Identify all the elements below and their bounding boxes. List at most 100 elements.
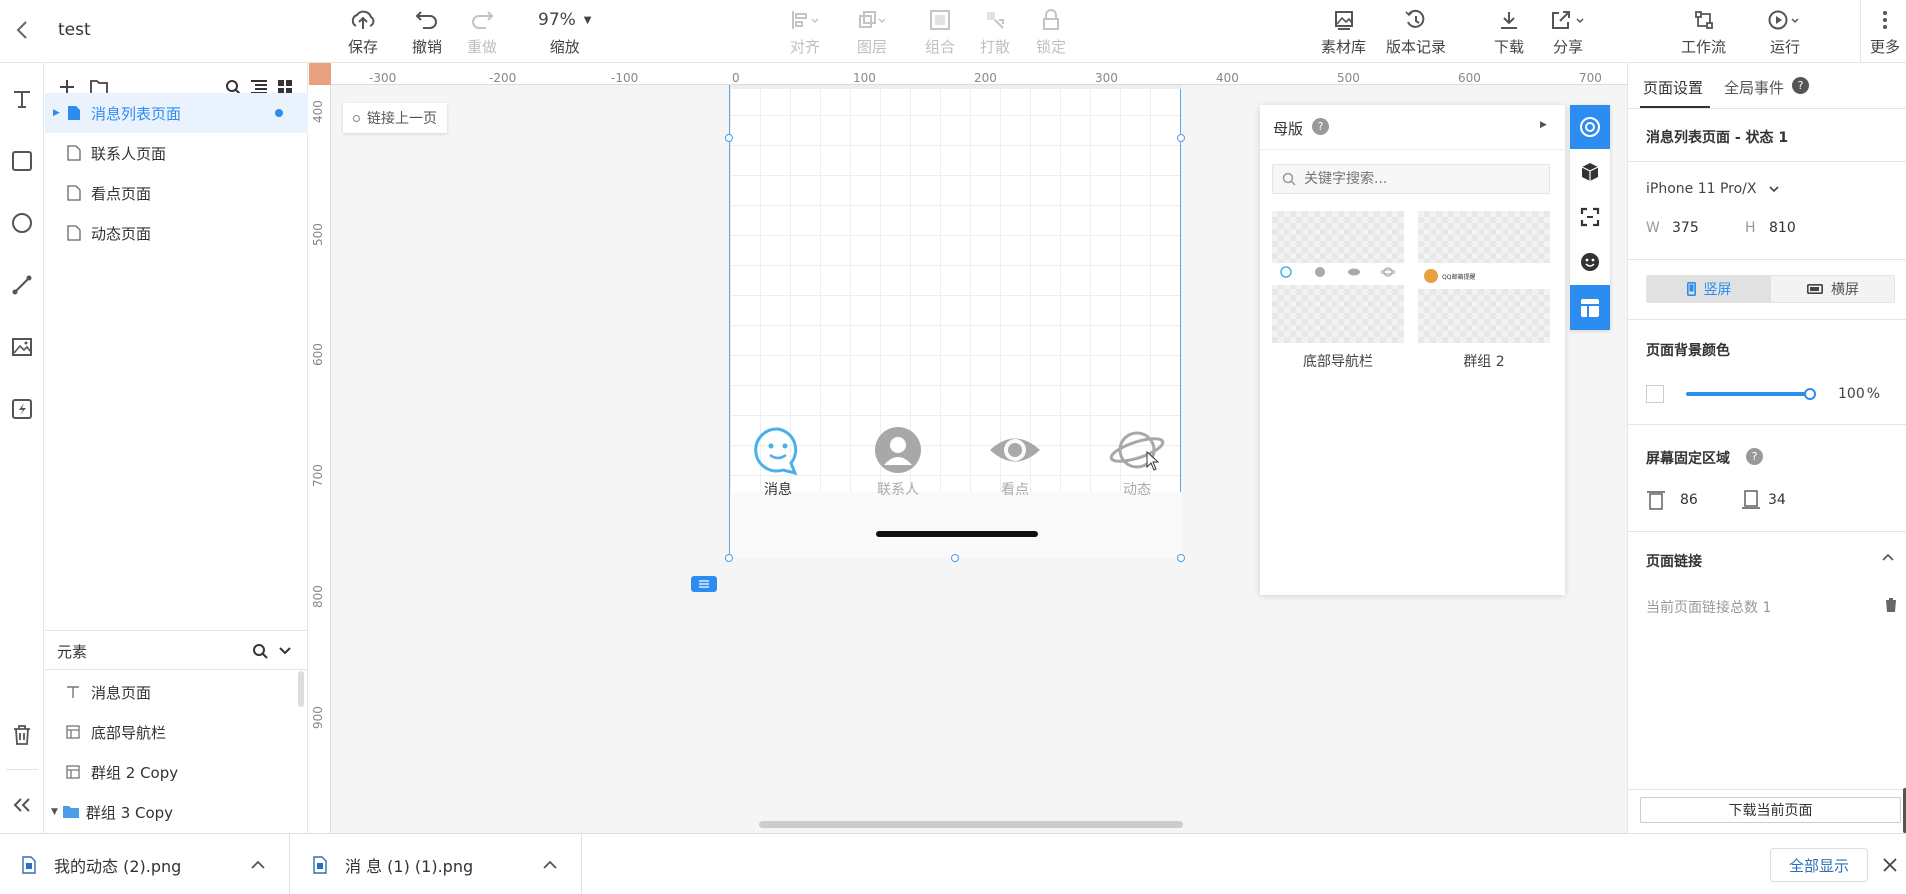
page-icon [67,145,81,161]
opacity-value[interactable]: 100% [1838,386,1880,402]
help-icon[interactable]: ? [1312,118,1329,135]
width-value[interactable]: 375 [1672,220,1699,236]
align-button[interactable]: 对齐 [790,6,820,57]
phone-artboard[interactable]: 消息 联系人 看点 动态 [729,85,1182,558]
page-item-moments[interactable]: 动态页面 [45,213,308,253]
resize-handle[interactable] [725,134,733,142]
download-item[interactable]: 消 息 (1) (1).png [291,834,582,894]
opacity-slider-track[interactable] [1686,392,1810,396]
device-select[interactable]: iPhone 11 Pro/X [1646,181,1779,197]
element-item[interactable]: 群组 2 Copy [45,752,295,792]
zoom-value: 97% [538,10,576,30]
undo-button[interactable]: 撤销 [412,6,442,57]
circle-tool-icon[interactable] [6,207,38,239]
resize-handle[interactable] [1177,554,1185,562]
group-button[interactable]: 组合 [925,6,955,57]
master-thumb-tabbar[interactable] [1272,211,1404,343]
element-item[interactable]: 消息页面 [45,672,295,712]
tab-highlights[interactable]: 看点 [985,425,1045,515]
layer-button[interactable]: 图层 [857,6,887,57]
tab-page-settings[interactable]: 页面设置 [1643,77,1703,98]
project-name[interactable]: test [58,20,91,40]
component-target-icon[interactable] [1570,105,1610,149]
fixed-area-tag-icon[interactable] [691,576,717,592]
line-tool-icon[interactable] [6,269,38,301]
tab-contacts[interactable]: 联系人 [863,425,933,515]
lock-button[interactable]: 锁定 [1036,6,1066,57]
help-icon[interactable]: ? [1746,448,1763,465]
page-item-highlights[interactable]: 看点页面 [45,173,308,213]
fixed-top-value[interactable]: 86 [1680,492,1698,508]
show-all-button[interactable]: 全部显示 [1770,848,1868,882]
master-search-input[interactable] [1304,171,1544,187]
download-icon [1498,6,1520,34]
bg-color-swatch[interactable] [1646,385,1664,403]
share-button[interactable]: 分享 [1550,6,1586,57]
link-previous-page[interactable]: 链接上一页 [343,103,447,133]
portrait-button[interactable]: 竖屏 [1647,276,1771,302]
opacity-number: 100 [1838,386,1865,402]
master-template-icon[interactable] [1570,285,1610,330]
run-button[interactable]: 运行 [1767,6,1803,57]
tab-global-events[interactable]: 全局事件 [1724,77,1784,98]
image-tool-icon[interactable] [6,331,38,363]
bottom-tabbar: 消息 联系人 看点 动态 [730,425,1182,535]
workflow-button[interactable]: 工作流 [1681,6,1726,57]
search-icon[interactable] [250,641,270,661]
resize-handle[interactable] [951,554,959,562]
tab-moments[interactable]: 动态 [1102,425,1172,515]
caret-right-icon[interactable]: ▶ [1540,120,1547,130]
caret-down-icon[interactable]: ▼ [51,807,58,817]
landscape-button[interactable]: 横屏 [1771,276,1895,302]
zoom-control[interactable]: 97% ▼ 缩放 [538,6,592,57]
element-item-label: 消息页面 [91,683,152,702]
ruler-label: 500 [311,223,325,246]
rectangle-tool-icon[interactable] [6,145,38,177]
panel-divider [1260,149,1565,150]
download-page-button[interactable]: 下载当前页面 [1640,797,1901,823]
horizontal-scrollbar[interactable] [759,821,1183,828]
chevron-up-icon[interactable] [251,860,265,869]
save-button[interactable]: 保存 [348,6,378,57]
elements-title: 元素 [57,643,88,661]
text-tool-icon[interactable] [6,83,38,115]
swap-icon[interactable] [1570,194,1610,239]
page-item-message-list[interactable]: ▶ 消息列表页面 [45,93,308,133]
ungroup-button[interactable]: 打散 [980,6,1010,57]
ruler-label: -200 [489,71,517,85]
caret-right-icon[interactable]: ▶ [53,108,63,118]
download-item[interactable]: 我的动态 (2).png [0,834,290,894]
chevron-up-icon[interactable] [543,860,557,869]
chevron-up-icon[interactable] [1882,553,1894,561]
redo-button[interactable]: 重做 [467,6,497,57]
element-item-label: 底部导航栏 [91,723,167,742]
opacity-slider-thumb[interactable] [1804,388,1816,400]
cube-icon[interactable] [1570,149,1610,194]
trash-icon[interactable] [6,719,38,751]
collapse-panel-icon[interactable] [6,789,38,821]
element-item[interactable]: ▼ 群组 3 Copy [45,792,295,832]
element-item[interactable]: 底部导航栏 [45,712,295,752]
master-thumb-group2[interactable]: QQ邮箱提醒 [1418,211,1550,343]
trash-icon[interactable] [1884,597,1898,613]
height-value[interactable]: 810 [1769,220,1796,236]
chevron-left-icon[interactable] [12,18,32,42]
design-canvas[interactable]: -300 -200 -100 0 100 200 300 400 500 600… [309,63,1627,833]
download-button[interactable]: 下载 [1494,6,1524,57]
help-icon[interactable]: ? [1792,77,1809,94]
resize-handle[interactable] [725,554,733,562]
fixed-bottom-value[interactable]: 34 [1768,492,1786,508]
chevron-down-icon[interactable] [277,643,293,659]
tab-messages[interactable]: 消息 [748,425,808,515]
page-item-contacts[interactable]: 联系人页面 [45,133,308,173]
resize-handle[interactable] [1177,134,1185,142]
close-icon[interactable] [1883,858,1897,872]
versions-button[interactable]: 版本记录 [1386,6,1446,57]
master-search-field[interactable] [1272,164,1550,194]
scrollbar[interactable] [298,671,304,707]
thumb-group2-preview: QQ邮箱提醒 [1418,263,1550,289]
interaction-tool-icon[interactable] [6,393,38,425]
more-button[interactable]: 更多 [1870,6,1900,57]
assets-button[interactable]: 素材库 [1321,6,1366,57]
emoji-icon[interactable] [1570,239,1610,284]
